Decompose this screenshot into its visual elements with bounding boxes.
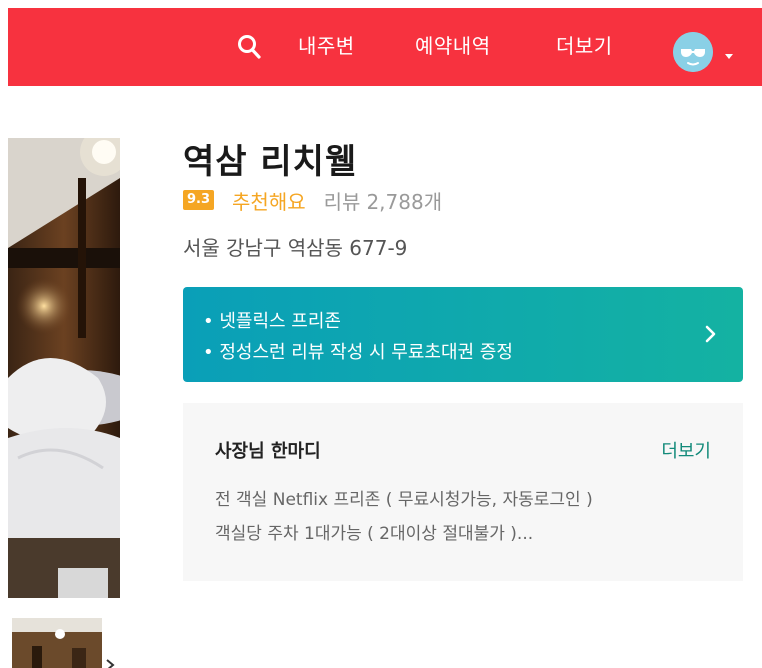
main-room-photo[interactable] <box>8 138 120 598</box>
hotel-detail-page: 내주변 예약내역 더보기 역삼 리치웰 9.3 추천해요 리뷰 2,788개 서… <box>0 0 762 668</box>
owner-note-title: 사장님 한마디 <box>215 441 321 462</box>
review-count[interactable]: 2,788개 <box>366 186 442 215</box>
search-icon[interactable] <box>236 32 264 62</box>
review-label[interactable]: 리뷰 <box>324 186 361 215</box>
promo-banner[interactable]: • 넷플릭스 프리존 • 정성스런 리뷰 작성 시 무료초대권 증정 <box>183 287 743 382</box>
nav-nearby[interactable]: 내주변 <box>298 30 355 62</box>
rating-text: 추천해요 <box>232 189 306 214</box>
top-header: 내주변 예약내역 더보기 <box>8 8 762 86</box>
promo-line-netflix: • 넷플릭스 프리존 <box>203 311 341 332</box>
nav-bookings[interactable]: 예약내역 <box>415 30 491 62</box>
score-badge: 9.3 <box>183 190 215 210</box>
rating-row: 9.3 추천해요 리뷰 2,788개 <box>183 186 442 214</box>
photo-thumbnail[interactable] <box>12 618 102 668</box>
avatar-icon[interactable] <box>673 32 713 72</box>
chevron-right-icon[interactable] <box>705 325 717 343</box>
owner-note-more-link[interactable]: 더보기 <box>661 437 711 463</box>
hotel-address: 서울 강남구 역삼동 677-9 <box>183 236 408 260</box>
caret-down-icon[interactable] <box>724 46 734 59</box>
owner-note-card: 사장님 한마디 더보기 전 객실 Netflix 프리존 ( 무료시청가능, 자… <box>183 403 743 581</box>
promo-line-review-event: • 정성스런 리뷰 작성 시 무료초대권 증정 <box>203 342 513 363</box>
nav-more[interactable]: 더보기 <box>556 30 613 62</box>
owner-note-text-line: 전 객실 Netflix 프리존 ( 무료시청가능, 자동로그인 ) <box>215 490 593 510</box>
chevron-right-icon[interactable] <box>104 656 116 668</box>
owner-note-text-line: 객실당 주차 1대가능 ( 2대이상 절대불가 )... <box>215 524 534 544</box>
hotel-name: 역삼 리치웰 <box>183 142 358 182</box>
